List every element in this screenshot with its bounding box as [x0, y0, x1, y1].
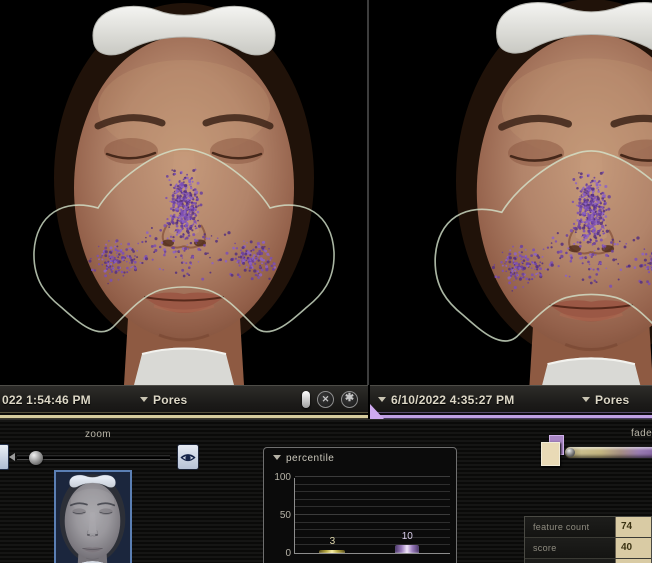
zoom-slider[interactable]: [17, 456, 170, 459]
chevron-down-icon: [582, 397, 590, 402]
percentile-title: percentile: [286, 453, 334, 464]
fade-label: fade: [631, 428, 652, 439]
fade-slider-knob[interactable]: [566, 448, 575, 457]
table-row-value: 40: [615, 538, 651, 558]
pane-divider: [367, 0, 369, 385]
show-overlay-button[interactable]: [177, 444, 199, 470]
table-row-label: score: [525, 538, 615, 558]
chevron-down-icon: [378, 397, 386, 402]
chart-bar: [319, 550, 345, 553]
left-image-pane[interactable]: [0, 0, 368, 385]
chevron-down-icon: [140, 397, 148, 402]
toolbar-accent-purple: [370, 412, 652, 419]
zoom-slider-knob[interactable]: [29, 451, 43, 465]
right-pane-toolbar: 6/10/2022 4:35:27 PM Pores: [370, 385, 652, 419]
visia-skin-analysis-app: 022 1:54:46 PM Pores ✕ ✱ 6/10/2022 4:35:…: [0, 0, 652, 563]
toolbar-accent-tan: [0, 412, 368, 419]
indicator-pill-icon[interactable]: [302, 391, 310, 408]
zoom-decrease-arrow-icon[interactable]: [9, 453, 15, 461]
table-row: percentile10: [525, 559, 651, 563]
edge-button[interactable]: [0, 444, 9, 470]
gridline: [295, 522, 450, 523]
chart-bar-value-label: 10: [392, 531, 422, 542]
table-row: feature count74: [525, 517, 651, 538]
chevron-down-icon: [273, 455, 281, 460]
bottom-control-panel: zoom percentile 100 50 0 3 10 fade: [0, 419, 652, 563]
flower-icon[interactable]: ✱: [341, 391, 358, 408]
y-axis-tick-label: 100: [267, 472, 291, 483]
zoom-label: zoom: [58, 429, 138, 440]
table-row: score40: [525, 538, 651, 559]
chart-bar-value-label: 3: [317, 536, 347, 547]
right-image-pane[interactable]: [370, 0, 652, 385]
table-row-value: 74: [615, 517, 651, 537]
right-mode-dropdown[interactable]: Pores: [582, 393, 629, 407]
y-axis-tick-label: 0: [267, 548, 291, 559]
left-face-photo: [0, 0, 368, 385]
left-toolbar-icons: ✕ ✱: [302, 391, 358, 408]
left-timestamp-dropdown[interactable]: 022 1:54:46 PM: [2, 393, 91, 407]
left-mode-dropdown[interactable]: Pores: [140, 393, 187, 407]
left-pane-toolbar: 022 1:54:46 PM Pores ✕ ✱: [0, 385, 368, 419]
left-mode-label: Pores: [153, 393, 187, 407]
percentile-panel-header[interactable]: percentile: [273, 453, 334, 464]
selected-pane-corner-marker: [370, 404, 384, 419]
navigation-thumbnail[interactable]: [54, 470, 132, 563]
gridline: [295, 476, 450, 477]
thumbnail-blue-tint: [56, 472, 130, 563]
gridline: [295, 514, 450, 515]
right-timestamp-dropdown[interactable]: 6/10/2022 4:35:27 PM: [378, 393, 514, 407]
gridline: [295, 529, 450, 530]
fade-slider[interactable]: [565, 447, 652, 458]
eye-icon: [180, 451, 196, 464]
right-mode-label: Pores: [595, 393, 629, 407]
gridline: [295, 506, 450, 507]
y-axis-tick-label: 50: [267, 510, 291, 521]
fade-color-swatch-tan: [541, 442, 560, 466]
table-row-value: 10: [615, 559, 651, 563]
percentile-plot: 100500310: [294, 478, 450, 554]
right-timestamp-label: 6/10/2022 4:35:27 PM: [391, 393, 514, 407]
percentile-panel: percentile 100 50 0 3 10: [263, 447, 457, 563]
gridline: [295, 491, 450, 492]
stats-table: feature count74score40percentile10: [524, 516, 652, 563]
table-row-label: feature count: [525, 517, 615, 537]
right-face-photo: [370, 0, 652, 385]
table-row-label: percentile: [525, 559, 615, 563]
gridline: [295, 499, 450, 500]
gridline: [295, 484, 450, 485]
close-icon[interactable]: ✕: [317, 391, 334, 408]
chart-bar: [395, 545, 419, 553]
